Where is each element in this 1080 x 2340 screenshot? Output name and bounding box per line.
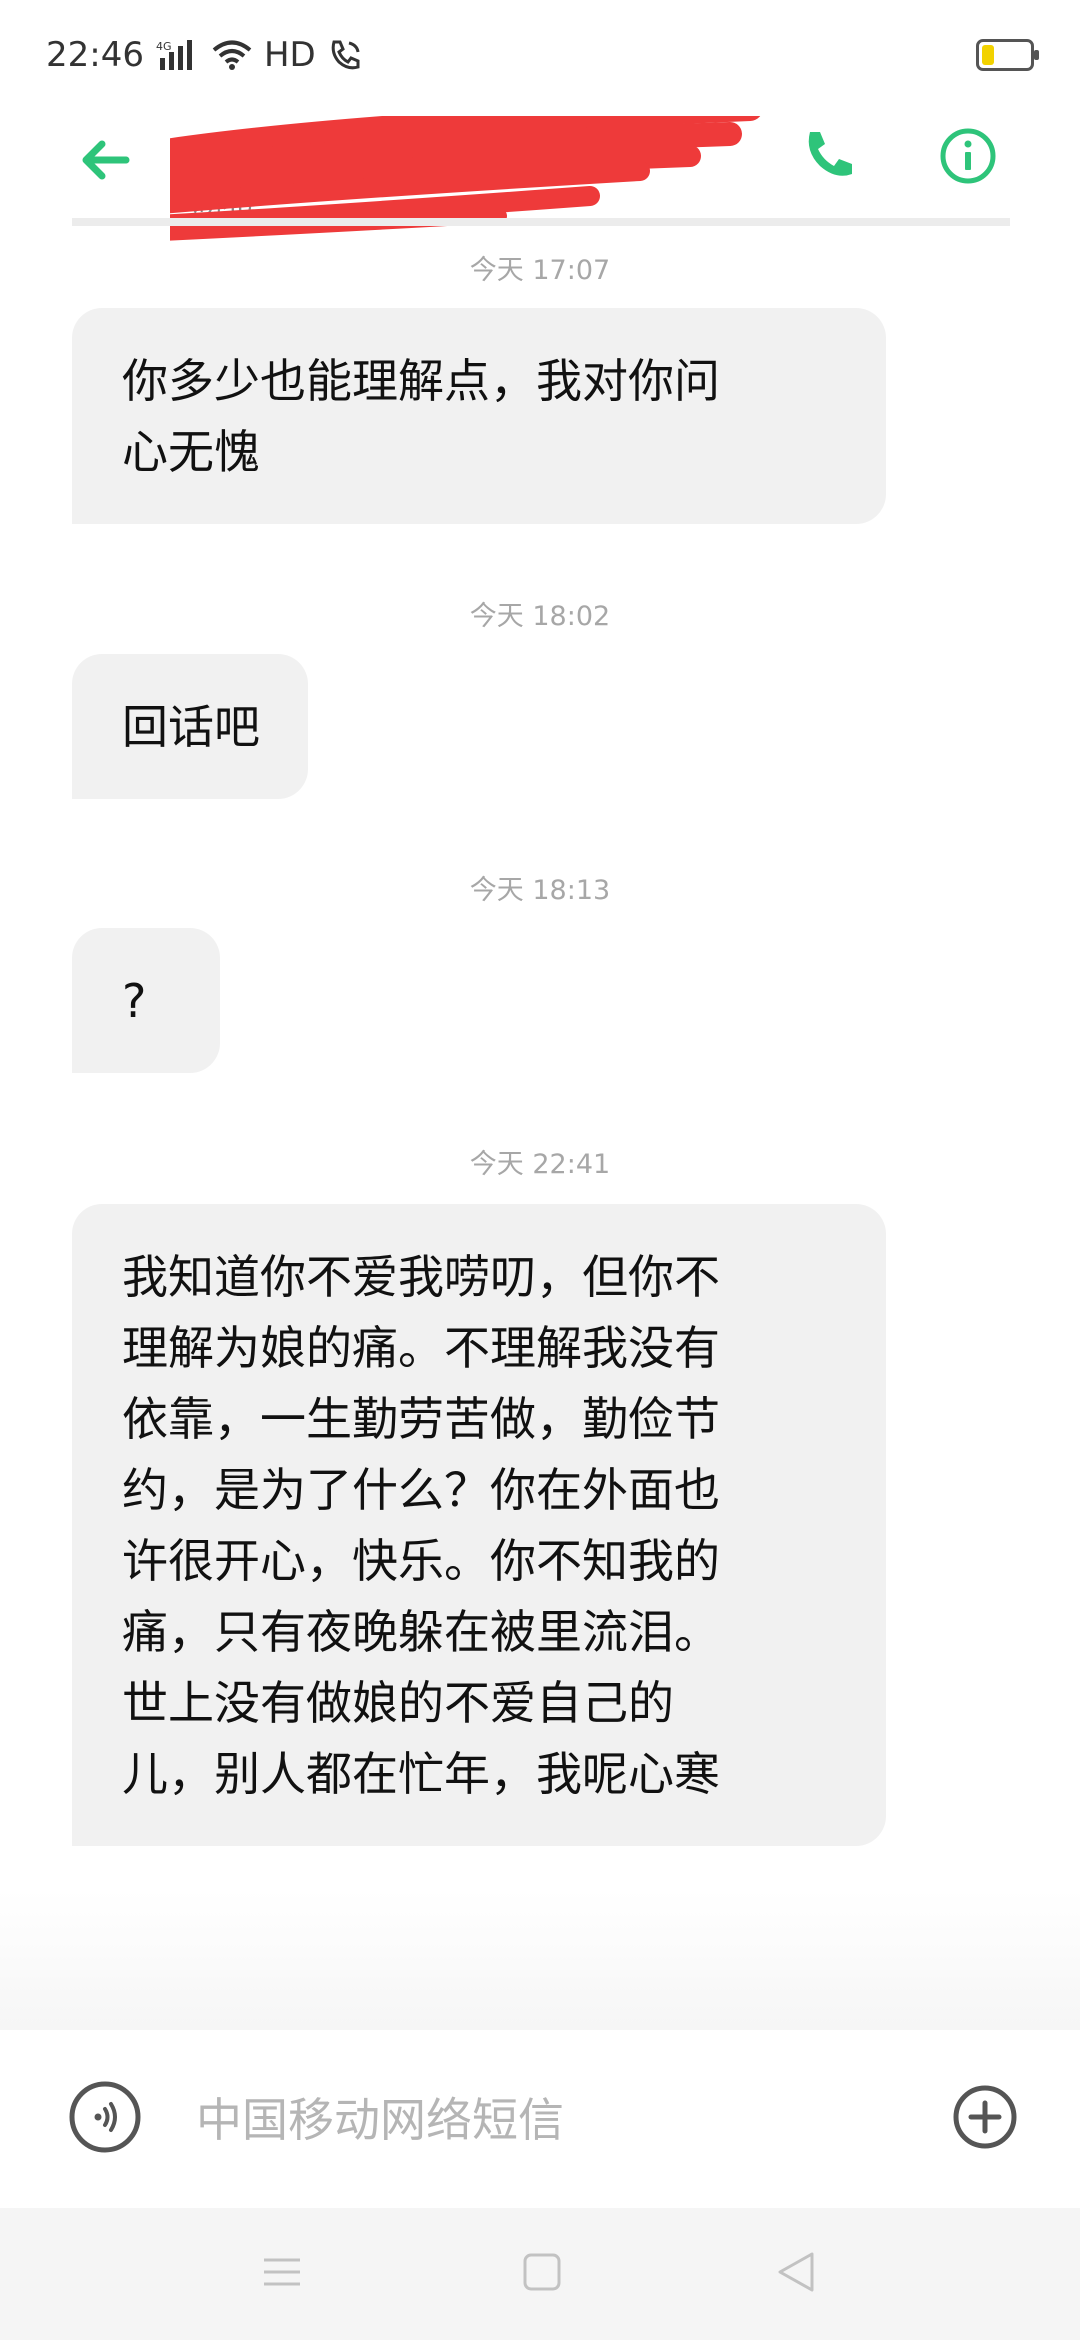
- menu-icon[interactable]: [262, 2252, 302, 2292]
- conversation-header: 湖北: [0, 110, 1080, 241]
- message-timestamp: 今天 18:13: [469, 875, 611, 906]
- hd-badge: HD: [263, 35, 316, 75]
- voice-icon[interactable]: [68, 2080, 142, 2154]
- incoming-message-bubble[interactable]: 你多少也能理解点，我对你问 心无愧: [72, 308, 886, 524]
- incoming-message-bubble[interactable]: ?: [72, 928, 220, 1073]
- system-nav-bar: [0, 2208, 1080, 2340]
- network-type-label: 4G: [156, 40, 172, 53]
- wifi-icon: [212, 40, 252, 70]
- signal-icon: 4G: [156, 40, 192, 70]
- home-icon[interactable]: [522, 2252, 562, 2292]
- message-timestamp: 今天 18:02: [469, 601, 611, 632]
- incoming-message-bubble[interactable]: 回话吧: [72, 654, 308, 799]
- message-timestamp: 今天 22:41: [469, 1149, 611, 1180]
- message-input[interactable]: [196, 2086, 896, 2154]
- nav-back-icon[interactable]: [776, 2250, 816, 2294]
- header-divider: [72, 218, 1010, 226]
- battery-level: [982, 45, 994, 65]
- compose-bar: [0, 2030, 1080, 2208]
- redaction-scribble: [170, 116, 761, 241]
- status-left: 22:46 4G HD: [46, 35, 362, 75]
- message-timestamp: 今天 17:07: [469, 255, 611, 286]
- back-arrow-icon[interactable]: [76, 130, 136, 190]
- battery-icon: [976, 39, 1039, 71]
- plus-circle-icon[interactable]: [952, 2084, 1018, 2150]
- status-time: 22:46: [46, 35, 144, 75]
- phone-icon[interactable]: [800, 126, 860, 186]
- volte-call-icon: [331, 40, 360, 70]
- info-icon[interactable]: [938, 126, 998, 186]
- thread-fade: [0, 1890, 1080, 2030]
- status-bar: 22:46 4G HD: [0, 0, 1080, 110]
- incoming-message-bubble[interactable]: 我知道你不爱我唠叨，但你不 理解为娘的痛。不理解我没有 依靠，一生勤劳苦做，勤俭…: [72, 1204, 886, 1846]
